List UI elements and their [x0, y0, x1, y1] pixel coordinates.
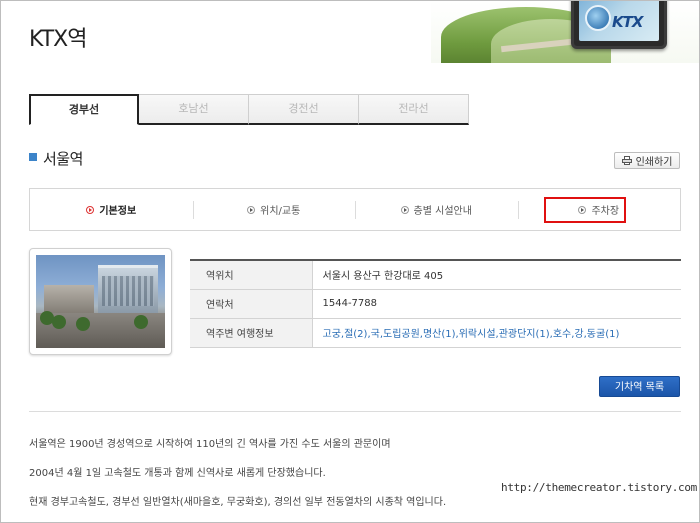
- arrow-right-icon: [400, 205, 409, 214]
- arrow-right-icon: [247, 205, 256, 214]
- description-line: 서울역은 1900년 경성역으로 시작하여 110년의 긴 역사를 가진 수도 …: [29, 439, 391, 450]
- station-list-button[interactable]: 기차역 목록: [599, 376, 680, 397]
- table-row: 역위치 서울시 용산구 한강대로 405: [190, 260, 681, 290]
- table-row: 역주변 여행정보 고궁,절(2),국,도립공원,명산(1),위락시설,관광단지(…: [190, 318, 681, 348]
- divider: [29, 411, 681, 412]
- tab-gyeongjeon[interactable]: 경전선: [249, 94, 359, 125]
- printer-icon: [621, 156, 632, 165]
- line-tabs: 경부선 호남선 경전선 전라선: [29, 94, 469, 125]
- watermark: http://themecreator.tistory.com: [501, 481, 697, 494]
- subnav-label: 층별 시설안내: [413, 206, 472, 217]
- row-header: 연락처: [190, 289, 313, 319]
- print-button-label: 인쇄하기: [635, 157, 673, 168]
- station-photo-frame: [29, 248, 172, 355]
- arrow-right-icon: [578, 205, 587, 214]
- title-bullet-icon: [29, 153, 37, 161]
- row-header: 역위치: [190, 260, 313, 290]
- arrow-right-icon: [86, 205, 95, 214]
- tour-info-link[interactable]: 고궁,절(2),국,도립공원,명산(1),위락시설,관광단지(1),호수,강,동…: [323, 329, 620, 340]
- subnav-label: 주차장: [591, 206, 620, 217]
- subnav-floor-facilities[interactable]: 층별 시설안내: [355, 189, 518, 230]
- subnav-label: 기본정보: [99, 206, 137, 217]
- print-button[interactable]: 인쇄하기: [614, 152, 680, 169]
- row-value: 1544-7788: [312, 289, 681, 319]
- description-line: 현재 경부고속철도, 경부선 일반열차(새마을호, 무궁화호), 경의선 일부 …: [29, 497, 447, 508]
- station-name: 서울역: [43, 150, 83, 168]
- globe-icon: [585, 5, 611, 31]
- row-header: 역주변 여행정보: [190, 318, 313, 348]
- table-row: 연락처 1544-7788: [190, 289, 681, 319]
- subnav-basic-info[interactable]: 기본정보: [30, 189, 193, 230]
- tab-jeolla[interactable]: 전라선: [359, 94, 469, 125]
- page-frame: KTX역 KTX 경부선 호남선 경전선 전라선 서울역 인쇄하기 기본정보 위…: [0, 0, 700, 523]
- tab-honam[interactable]: 호남선: [139, 94, 249, 125]
- row-value: 서울시 용산구 한강대로 405: [312, 260, 681, 290]
- tab-gyeongbu[interactable]: 경부선: [29, 94, 139, 125]
- subnav-location-transport[interactable]: 위치/교통: [192, 189, 356, 230]
- subnav-parking[interactable]: 주차장: [517, 189, 681, 230]
- ktx-logo: KTX: [612, 13, 643, 31]
- navigation-device-illustration: KTX: [571, 1, 667, 49]
- header-banner-image: KTX: [431, 1, 699, 63]
- description-line: 2004년 4월 1일 고속철도 개통과 함께 신역사로 새롭게 단장했습니다.: [29, 468, 326, 479]
- station-photo: [36, 255, 165, 348]
- station-subnav: 기본정보 위치/교통 층별 시설안내 주차장: [29, 188, 681, 231]
- subnav-label: 위치/교통: [260, 206, 301, 217]
- station-info-table: 역위치 서울시 용산구 한강대로 405 연락처 1544-7788 역주변 여…: [190, 259, 681, 348]
- page-title: KTX역: [29, 27, 87, 52]
